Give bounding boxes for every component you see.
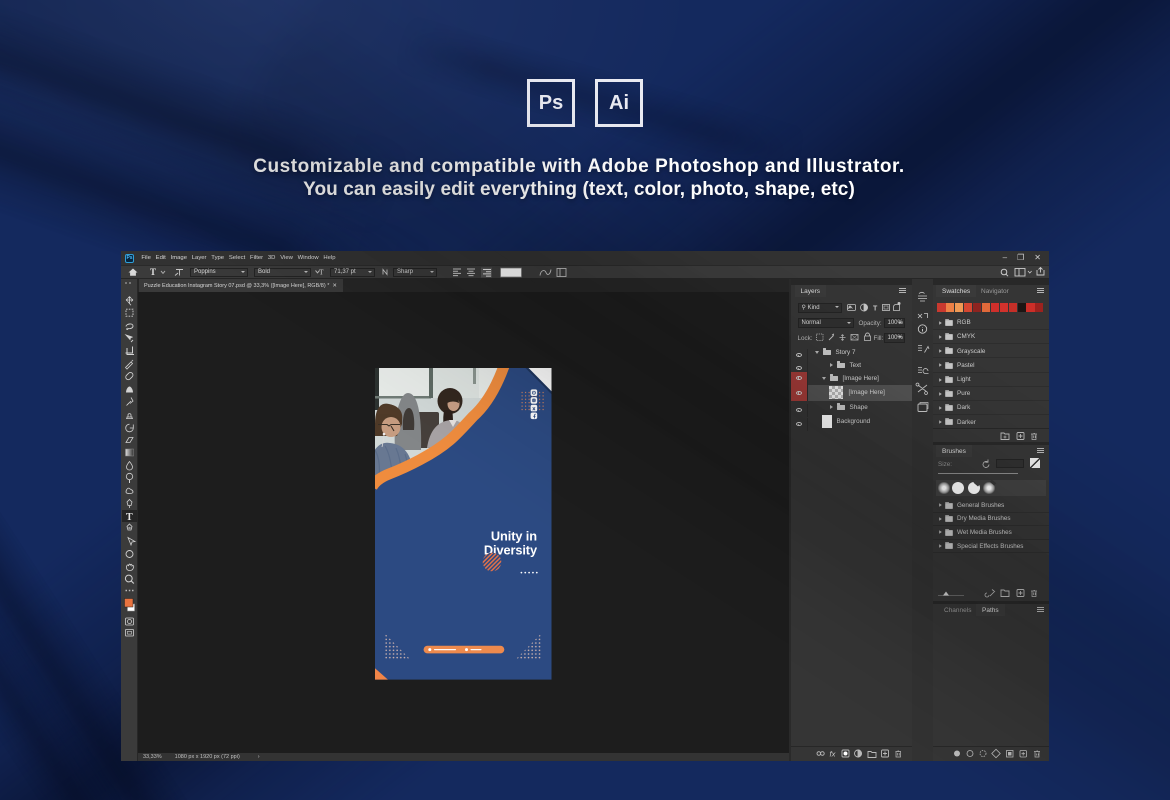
- svg-text:T: T: [150, 267, 156, 277]
- svg-text:T: T: [126, 512, 133, 523]
- svg-text:T: T: [873, 306, 878, 313]
- svg-text:fx: fx: [829, 750, 835, 759]
- svg-text:Unity in: Unity in: [491, 528, 537, 543]
- svg-text:T: T: [319, 268, 324, 277]
